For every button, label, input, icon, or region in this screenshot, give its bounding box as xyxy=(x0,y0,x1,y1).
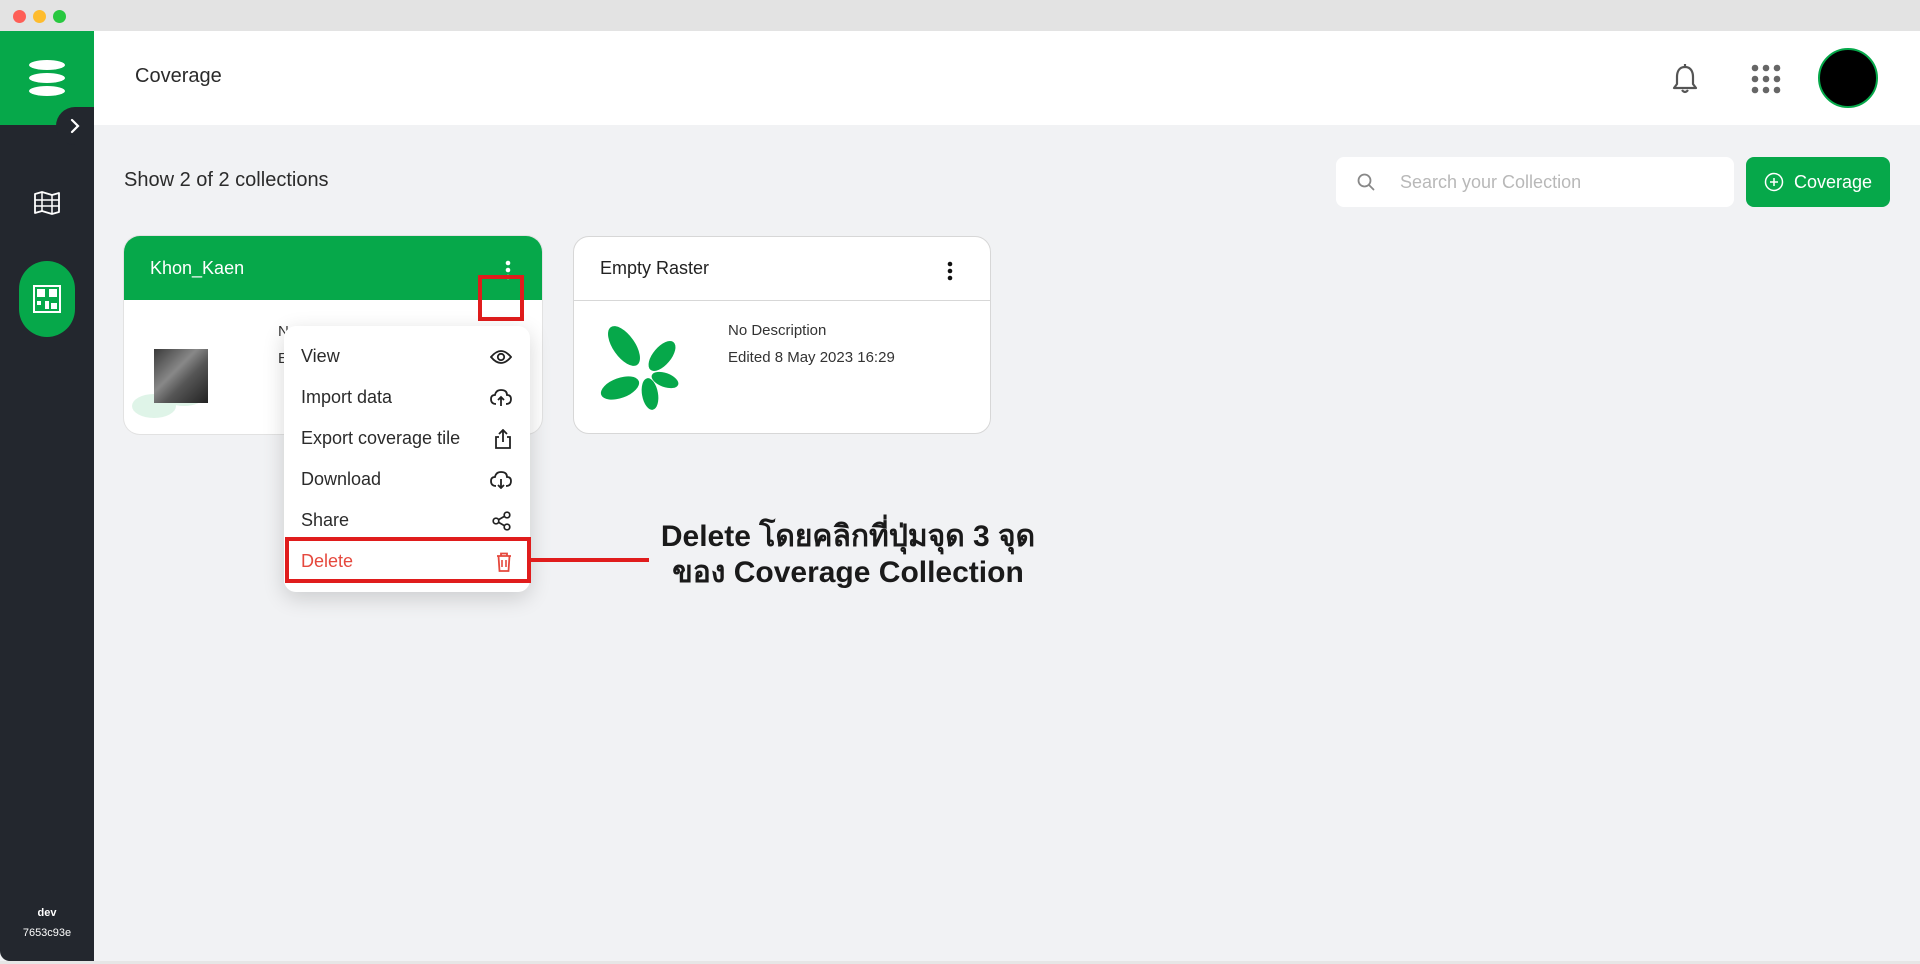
minimize-window-button[interactable] xyxy=(33,10,46,23)
top-bar: Coverage xyxy=(94,31,1920,125)
kebab-highlight-box xyxy=(478,275,524,321)
menu-item-import-data[interactable]: Import data xyxy=(284,377,530,418)
build-hash: 7653c93e xyxy=(22,927,72,939)
collection-count: Show 2 of 2 collections xyxy=(124,169,329,191)
card-title: Empty Raster xyxy=(600,258,710,278)
company-logo-icon xyxy=(29,60,65,96)
build-info: dev 7653c93e xyxy=(0,903,94,943)
menu-item-export-coverage-tile[interactable]: Export coverage tile xyxy=(284,418,530,459)
add-coverage-label: Coverage xyxy=(1793,171,1873,192)
menu-item-label: Import data xyxy=(301,387,393,407)
delete-highlight-box xyxy=(285,537,531,583)
close-window-button[interactable] xyxy=(13,10,26,23)
maximize-window-button[interactable] xyxy=(53,10,66,23)
sidebar: dev 7653c93e xyxy=(0,31,94,961)
share-out-icon xyxy=(495,428,511,449)
eye-icon xyxy=(490,349,512,364)
env-label: dev xyxy=(37,907,57,919)
search-input[interactable] xyxy=(1398,170,1722,194)
apps-button[interactable] xyxy=(1748,61,1784,97)
page-title: Coverage xyxy=(135,65,222,87)
collection-card-empty-raster[interactable]: Empty Raster No Description Edited 8 May… xyxy=(573,236,991,434)
menu-item-download[interactable]: Download xyxy=(284,459,530,500)
menu-item-label: Share xyxy=(301,510,350,530)
card-title: Khon_Kaen xyxy=(150,257,245,278)
menu-item-label: Download xyxy=(301,469,382,489)
search-box xyxy=(1336,157,1734,207)
map-icon xyxy=(34,191,60,215)
menu-item-label: View xyxy=(301,346,340,366)
menu-item-view[interactable]: View xyxy=(284,336,530,377)
card-menu-button[interactable] xyxy=(930,251,970,291)
window-titlebar xyxy=(0,0,1920,31)
callout-line-2: ของ Coverage Collection xyxy=(672,556,1024,589)
sidebar-item-map[interactable] xyxy=(19,175,75,231)
share-nodes-icon xyxy=(492,510,511,531)
chevron-right-icon xyxy=(70,118,80,134)
callout-connector xyxy=(531,558,649,562)
notifications-button[interactable] xyxy=(1667,61,1703,97)
sidebar-expand-button[interactable] xyxy=(56,107,94,145)
apps-grid-icon xyxy=(1751,64,1781,94)
coverage-grid-icon xyxy=(33,285,61,313)
card-description: No Description xyxy=(728,322,827,339)
card-edited: Edited 8 May 2023 16:29 xyxy=(728,349,895,366)
plus-circle-icon xyxy=(1764,172,1784,192)
more-vertical-icon xyxy=(947,261,953,281)
menu-item-label: Export coverage tile xyxy=(301,428,461,448)
instruction-callout: Delete โดยคลิกที่ปุ่มจุด 3 จุด ของ Cover… xyxy=(650,519,1046,591)
menu-item-share[interactable]: Share xyxy=(284,500,530,541)
cloud-download-icon xyxy=(490,470,512,489)
card-meta: No Description Edited 8 May 2023 16:29 xyxy=(728,317,895,371)
cloud-upload-icon xyxy=(490,388,512,406)
bell-icon xyxy=(1672,64,1698,94)
add-coverage-button[interactable]: Coverage xyxy=(1746,157,1890,207)
callout-line-1: Delete โดยคลิกที่ปุ่มจุด 3 จุด xyxy=(660,520,1036,553)
raster-thumbnail xyxy=(154,349,208,403)
card-header: Empty Raster xyxy=(574,237,990,301)
sidebar-item-coverage[interactable] xyxy=(19,261,75,337)
app-window: dev 7653c93e Coverage Show 2 of 2 collec… xyxy=(0,31,1920,961)
leaf-logo-icon xyxy=(600,326,679,410)
search-icon xyxy=(1344,157,1388,207)
user-avatar[interactable] xyxy=(1818,48,1878,108)
